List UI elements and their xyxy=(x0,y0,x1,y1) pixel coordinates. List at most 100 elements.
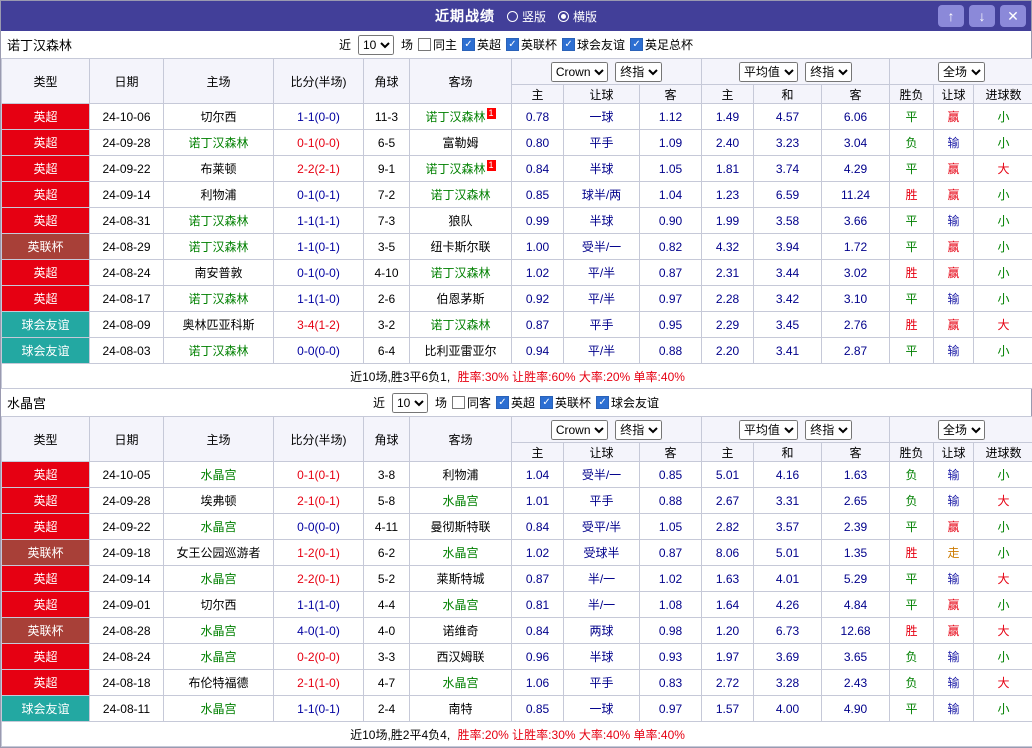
odds-handicap: 球半/两 xyxy=(564,182,640,208)
checkbox-icon: ✓ xyxy=(496,396,509,409)
result-handicap: 输 xyxy=(934,338,974,364)
score: 1-1(0-1) xyxy=(274,696,364,722)
down-arrow-icon: ↓ xyxy=(979,8,986,24)
league-filter-checkbox[interactable]: ✓英超 xyxy=(496,394,535,411)
league-filter-checkbox[interactable]: ✓英足总杯 xyxy=(630,36,693,53)
home-team: 埃弗顿 xyxy=(164,488,274,514)
col-header-away: 客场 xyxy=(410,417,512,462)
result-handicap: 赢 xyxy=(934,182,974,208)
final-odds-select-asian[interactable]: 终指 xyxy=(615,62,662,82)
radio-vertical-label: 竖版 xyxy=(522,8,546,25)
radio-vertical-layout[interactable]: 竖版 xyxy=(507,8,546,25)
full-match-select[interactable]: 全场 xyxy=(938,62,985,82)
bookmaker-select[interactable]: Crown xyxy=(551,62,608,82)
avg-away: 1.63 xyxy=(822,462,890,488)
odds-home: 1.06 xyxy=(512,670,564,696)
league-filter-checkbox[interactable]: ✓英超 xyxy=(462,36,501,53)
avg-draw: 3.45 xyxy=(754,312,822,338)
summary-row: 近10场,胜3平6负1, 胜率:30% 让胜率:60% 大率:20% 单率:40… xyxy=(2,364,1032,389)
final-odds-select-asian[interactable]: 终指 xyxy=(615,420,662,440)
filter-near-label: 近 xyxy=(339,36,351,53)
league-type-badge: 英超 xyxy=(2,130,90,156)
result-handicap: 输 xyxy=(934,566,974,592)
result-handicap: 赢 xyxy=(934,312,974,338)
score: 0-0(0-0) xyxy=(274,514,364,540)
titlebar-buttons: ↑ ↓ ✕ xyxy=(938,5,1026,27)
checkbox-icon: ✓ xyxy=(506,38,519,51)
away-team: 水晶宫 xyxy=(410,670,512,696)
league-filter-checkbox[interactable]: ✓英联杯 xyxy=(540,394,591,411)
league-filter-label: 球会友谊 xyxy=(577,36,625,53)
checkbox-icon xyxy=(452,396,465,409)
league-filter-checkbox[interactable]: ✓球会友谊 xyxy=(596,394,659,411)
result-outcome: 负 xyxy=(890,130,934,156)
average-select[interactable]: 平均值 xyxy=(739,62,798,82)
final-odds-select-euro[interactable]: 终指 xyxy=(805,62,852,82)
match-date: 24-09-22 xyxy=(90,156,164,182)
bookmaker-select[interactable]: Crown xyxy=(551,420,608,440)
titlebar: 近期战绩 竖版 横版 ↑ ↓ ✕ xyxy=(1,1,1031,31)
corners: 3-2 xyxy=(364,312,410,338)
odds-away: 0.83 xyxy=(640,670,702,696)
home-team: 诺丁汉森林 xyxy=(164,234,274,260)
avg-away: 12.68 xyxy=(822,618,890,644)
recent-count-select[interactable]: 10 xyxy=(358,35,394,55)
result-goals: 小 xyxy=(974,286,1032,312)
result-handicap: 输 xyxy=(934,208,974,234)
odds-home: 0.80 xyxy=(512,130,564,156)
col-header-avg-away: 客 xyxy=(822,443,890,462)
away-team: 曼彻斯特联 xyxy=(410,514,512,540)
league-type-badge: 英超 xyxy=(2,592,90,618)
col-header-odds-home: 主 xyxy=(512,85,564,104)
away-team: 伯恩茅斯 xyxy=(410,286,512,312)
average-select[interactable]: 平均值 xyxy=(739,420,798,440)
home-team: 奥林匹亚科斯 xyxy=(164,312,274,338)
same-filter-checkbox[interactable]: 同主 xyxy=(418,36,457,53)
same-filter-label: 同主 xyxy=(433,36,457,53)
odds-away: 1.09 xyxy=(640,130,702,156)
away-team: 富勒姆 xyxy=(410,130,512,156)
odds-away: 1.12 xyxy=(640,104,702,130)
close-button[interactable]: ✕ xyxy=(1000,5,1026,27)
result-goals: 小 xyxy=(974,104,1032,130)
col-header-score: 比分(半场) xyxy=(274,59,364,104)
result-outcome: 平 xyxy=(890,104,934,130)
league-filter-checkbox[interactable]: ✓英联杯 xyxy=(506,36,557,53)
checkbox-icon: ✓ xyxy=(562,38,575,51)
same-filter-checkbox[interactable]: 同客 xyxy=(452,394,491,411)
radio-horizontal-layout[interactable]: 横版 xyxy=(558,8,597,25)
odds-away: 0.98 xyxy=(640,618,702,644)
league-filters: ✓英超 ✓英联杯 ✓球会友谊 xyxy=(496,394,659,411)
close-icon: ✕ xyxy=(1007,8,1019,25)
scroll-up-button[interactable]: ↑ xyxy=(938,5,964,27)
score: 1-1(0-1) xyxy=(274,234,364,260)
col-header-goals: 进球数 xyxy=(974,443,1032,462)
avg-away: 1.72 xyxy=(822,234,890,260)
scroll-down-button[interactable]: ↓ xyxy=(969,5,995,27)
avg-draw: 3.94 xyxy=(754,234,822,260)
league-filter-label: 英联杯 xyxy=(521,36,557,53)
col-header-avg-draw: 和 xyxy=(754,85,822,104)
home-team: 水晶宫 xyxy=(164,566,274,592)
result-goals: 小 xyxy=(974,208,1032,234)
odds-away: 0.90 xyxy=(640,208,702,234)
odds-home: 1.02 xyxy=(512,260,564,286)
league-type-badge: 球会友谊 xyxy=(2,696,90,722)
summary-record: 近10场,胜3平6负1, xyxy=(350,370,450,384)
corners: 9-1 xyxy=(364,156,410,182)
score: 3-4(1-2) xyxy=(274,312,364,338)
avg-away: 2.76 xyxy=(822,312,890,338)
avg-home: 1.63 xyxy=(702,566,754,592)
avg-away: 3.02 xyxy=(822,260,890,286)
final-odds-select-euro[interactable]: 终指 xyxy=(805,420,852,440)
league-filter-checkbox[interactable]: ✓球会友谊 xyxy=(562,36,625,53)
avg-away: 6.06 xyxy=(822,104,890,130)
corners: 3-5 xyxy=(364,234,410,260)
match-date: 24-09-14 xyxy=(90,182,164,208)
team-section-palace: 水晶宫 近 10 场 同客 ✓英超✓英联杯✓球会友谊 类 xyxy=(1,389,1031,747)
league-type-badge: 英联杯 xyxy=(2,234,90,260)
col-header-result: 胜负 xyxy=(890,443,934,462)
odds-away: 0.82 xyxy=(640,234,702,260)
full-match-select[interactable]: 全场 xyxy=(938,420,985,440)
recent-count-select[interactable]: 10 xyxy=(392,393,428,413)
